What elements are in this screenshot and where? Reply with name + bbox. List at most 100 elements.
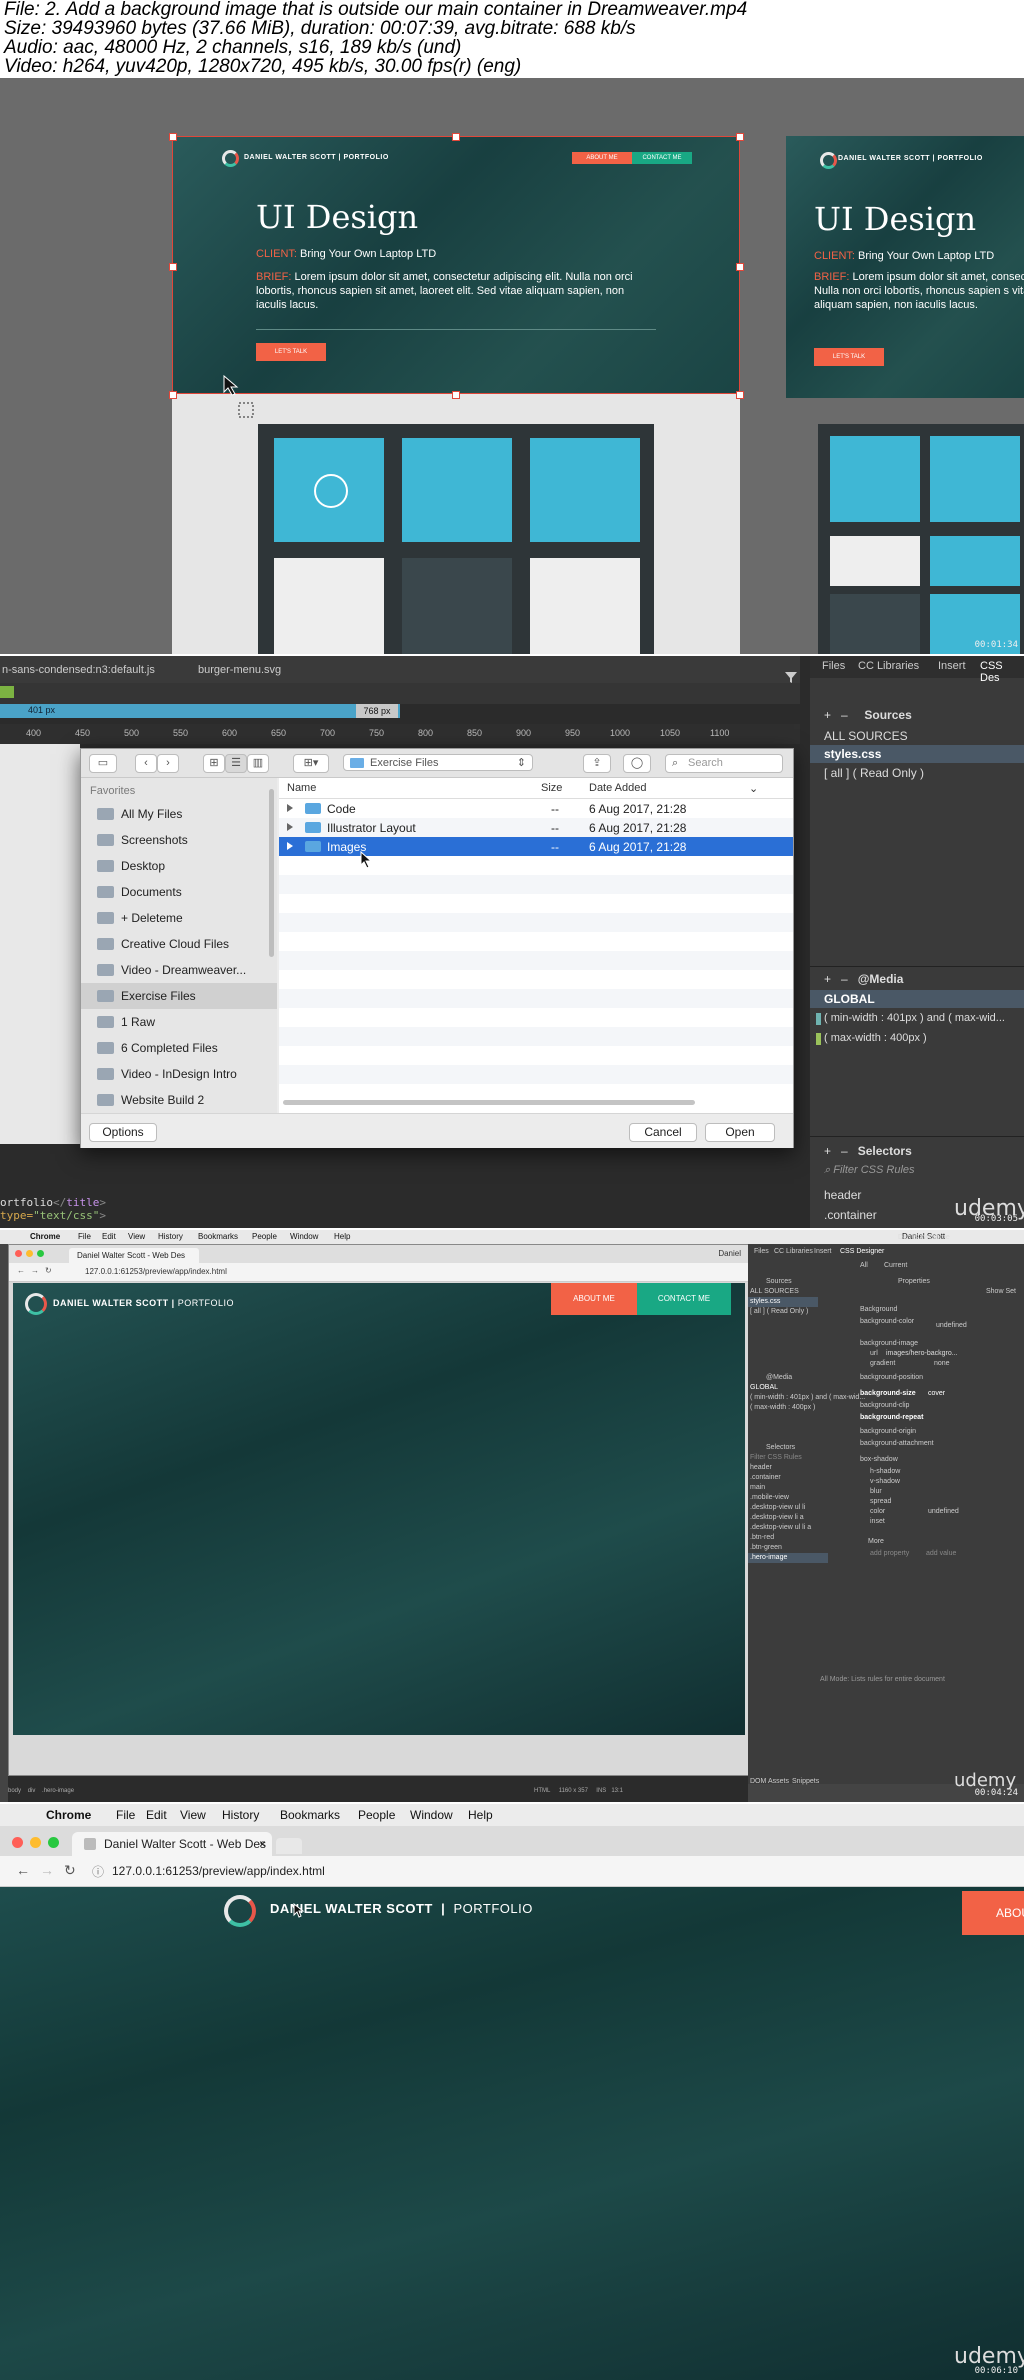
url-text[interactable]: 127.0.0.1:61253/preview/app/index.html bbox=[112, 1864, 325, 1878]
arrange-icon[interactable]: ⊞▾ bbox=[293, 754, 329, 773]
tab-files[interactable]: Files bbox=[754, 1248, 769, 1255]
menu-people[interactable]: People bbox=[252, 1232, 277, 1241]
browser-tab[interactable]: Daniel Walter Scott - Web Des × bbox=[72, 1832, 272, 1856]
menu-help[interactable]: Help bbox=[468, 1808, 493, 1822]
filter-icon[interactable] bbox=[784, 670, 798, 684]
new-tab-button[interactable] bbox=[276, 1838, 302, 1854]
resize-handle[interactable] bbox=[452, 133, 460, 141]
column-name[interactable]: Name bbox=[287, 782, 316, 794]
menu-help[interactable]: Help bbox=[334, 1232, 350, 1241]
subtab-all[interactable]: All bbox=[860, 1262, 868, 1269]
reload-icon[interactable]: ↻ bbox=[45, 1266, 52, 1275]
add-value-input[interactable]: add value bbox=[926, 1550, 956, 1557]
source-readonly[interactable]: [ all ] ( Read Only ) bbox=[750, 1308, 808, 1315]
remove-media-icon[interactable]: – bbox=[841, 972, 848, 986]
share-icon[interactable]: ⇪ bbox=[583, 754, 611, 773]
sidebar-item[interactable]: Website Build 2 bbox=[81, 1087, 277, 1113]
remove-source-icon[interactable]: – bbox=[841, 708, 848, 722]
close-tab-icon[interactable]: × bbox=[259, 1832, 266, 1856]
resize-handle[interactable] bbox=[169, 133, 177, 141]
tab-cc-libraries[interactable]: CC Libraries bbox=[858, 660, 919, 672]
open-button[interactable]: Open bbox=[705, 1123, 775, 1142]
filter-css-rules-input[interactable]: ⌕ Filter CSS Rules bbox=[824, 1164, 915, 1177]
tab-files[interactable]: Files bbox=[822, 660, 845, 672]
bottom-tab-snippets[interactable]: Snippets bbox=[792, 1778, 819, 1785]
forward-icon[interactable]: → bbox=[40, 1862, 54, 1878]
doc-tab[interactable]: burger-menu.svg bbox=[198, 664, 281, 676]
background-section[interactable]: Background bbox=[860, 1306, 897, 1313]
menu-chrome[interactable]: Chrome bbox=[30, 1232, 60, 1241]
back-icon[interactable]: ← bbox=[17, 1266, 25, 1275]
gallery-tile[interactable] bbox=[402, 558, 512, 654]
menu-people[interactable]: People bbox=[358, 1808, 395, 1822]
value-none[interactable]: none bbox=[934, 1360, 950, 1367]
remove-selector-icon[interactable]: – bbox=[841, 1144, 848, 1158]
file-row-selected[interactable]: Images -- 6 Aug 2017, 21:28 bbox=[279, 837, 793, 856]
info-icon[interactable]: ⓘ bbox=[92, 1863, 104, 1880]
resize-handle[interactable] bbox=[736, 391, 744, 399]
menu-edit[interactable]: Edit bbox=[146, 1808, 167, 1822]
gallery-tile[interactable] bbox=[274, 438, 384, 542]
file-row[interactable]: Illustrator Layout -- 6 Aug 2017, 21:28 bbox=[279, 818, 793, 837]
tag-icon[interactable]: ◯ bbox=[623, 754, 651, 773]
filter-css-rules-input[interactable]: Filter CSS Rules bbox=[750, 1454, 802, 1461]
lets-talk-button[interactable]: LET'S TALK bbox=[814, 348, 884, 366]
more-section[interactable]: More bbox=[868, 1538, 884, 1545]
tag-div[interactable]: div bbox=[28, 1788, 36, 1794]
all-sources[interactable]: ALL SOURCES bbox=[824, 729, 908, 743]
subtab-current[interactable]: Current bbox=[884, 1262, 907, 1269]
tab-cc-libraries[interactable]: CC Libraries bbox=[774, 1248, 813, 1255]
address-bar[interactable]: ← → ↻ ⓘ 127.0.0.1:61253/preview/app/inde… bbox=[0, 1856, 1024, 1887]
menu-chrome[interactable]: Chrome bbox=[46, 1808, 91, 1822]
column-view-icon[interactable]: ▥ bbox=[247, 754, 269, 773]
media-query-1[interactable]: ( min-width : 401px ) and ( max-wid... bbox=[750, 1394, 865, 1401]
close-window-icon[interactable] bbox=[12, 1837, 23, 1848]
tab-insert[interactable]: Insert bbox=[938, 660, 966, 672]
sidebar-item-selected[interactable]: Exercise Files bbox=[81, 983, 277, 1009]
gallery-tile[interactable] bbox=[274, 558, 384, 654]
prop-box-shadow[interactable]: box-shadow bbox=[860, 1456, 898, 1463]
doc-tab[interactable]: n-sans-condensed:n3:default.js bbox=[2, 664, 155, 676]
location-popup[interactable]: Exercise Files ⇕ bbox=[343, 754, 533, 771]
zoom-window-icon[interactable] bbox=[37, 1250, 44, 1257]
source-readonly[interactable]: [ all ] ( Read Only ) bbox=[824, 766, 924, 780]
resize-handle[interactable] bbox=[452, 391, 460, 399]
bottom-tab-dom[interactable]: DOM bbox=[750, 1778, 766, 1785]
menu-window[interactable]: Window bbox=[410, 1808, 453, 1822]
forward-icon[interactable]: › bbox=[157, 754, 179, 773]
menu-edit[interactable]: Edit bbox=[102, 1232, 116, 1241]
back-icon[interactable]: ‹ bbox=[135, 754, 157, 773]
prop-background-image[interactable]: background-image bbox=[860, 1340, 918, 1347]
about-me-button[interactable]: ABOU bbox=[962, 1891, 1024, 1935]
add-source-icon[interactable]: + bbox=[824, 708, 831, 722]
reload-icon[interactable]: ↻ bbox=[64, 1862, 76, 1879]
prop-background-color[interactable]: background-color bbox=[860, 1318, 914, 1325]
forward-icon[interactable]: → bbox=[31, 1266, 39, 1275]
resize-handle[interactable] bbox=[169, 391, 177, 399]
icon-view-icon[interactable]: ⊞ bbox=[203, 754, 225, 773]
minimize-window-icon[interactable] bbox=[30, 1837, 41, 1848]
gallery-tile[interactable] bbox=[402, 438, 512, 542]
address-bar[interactable]: ← → ↻ 127.0.0.1:61253/preview/app/index.… bbox=[9, 1263, 749, 1282]
sidebar-item[interactable]: 1 Raw bbox=[81, 1009, 277, 1035]
tab-css-designer[interactable]: CSS Designer bbox=[840, 1248, 884, 1255]
menu-bookmarks[interactable]: Bookmarks bbox=[198, 1232, 238, 1241]
menu-history[interactable]: History bbox=[222, 1808, 259, 1822]
profile-name[interactable]: Daniel bbox=[718, 1249, 741, 1258]
sidebar-scrollbar[interactable] bbox=[269, 789, 274, 957]
cancel-button[interactable]: Cancel bbox=[629, 1123, 697, 1142]
resize-handle[interactable] bbox=[169, 263, 177, 271]
add-media-icon[interactable]: + bbox=[824, 972, 831, 986]
tab-insert[interactable]: Insert bbox=[814, 1248, 832, 1255]
breakpoint-marker[interactable]: 768 px bbox=[356, 704, 398, 718]
file-row[interactable]: Code -- 6 Aug 2017, 21:28 bbox=[279, 799, 793, 818]
selector-header[interactable]: header bbox=[824, 1188, 861, 1202]
url-text[interactable]: 127.0.0.1:61253/preview/app/index.html bbox=[85, 1267, 227, 1276]
resize-handle[interactable] bbox=[736, 263, 744, 271]
media-query-2[interactable]: ( max-width : 400px ) bbox=[750, 1404, 815, 1411]
browser-tab[interactable]: Daniel Walter Scott - Web Des bbox=[69, 1248, 199, 1263]
show-set-toggle[interactable]: Show Set bbox=[986, 1288, 1016, 1295]
add-property-input[interactable]: add property bbox=[870, 1550, 909, 1557]
options-button[interactable]: Options bbox=[89, 1123, 157, 1142]
source-styles-css[interactable]: styles.css bbox=[824, 747, 881, 761]
